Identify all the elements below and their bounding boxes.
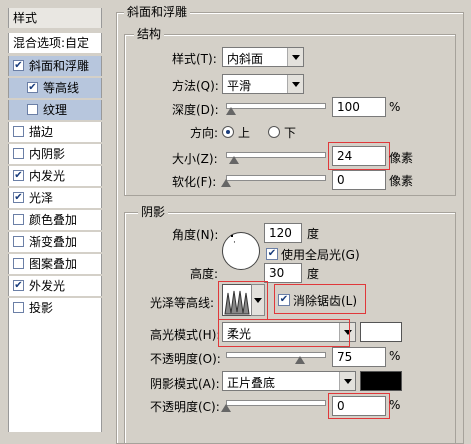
soften-unit: 像素	[389, 174, 414, 188]
style-item-color-overlay[interactable]: 颜色叠加	[8, 210, 102, 230]
opacity2-slider-thumb[interactable]	[221, 404, 231, 412]
shadow-color-swatch[interactable]	[360, 371, 402, 391]
opacity2-highlight	[328, 393, 390, 419]
checkbox-inner-shadow[interactable]	[13, 148, 24, 159]
chevron-down-icon	[287, 48, 303, 66]
styles-header: 样式	[8, 8, 102, 28]
opacity2-label: 不透明度(C):	[150, 400, 220, 414]
checkbox-gradient-overlay[interactable]	[13, 236, 24, 247]
checkbox-stroke[interactable]	[13, 126, 24, 137]
global-light-checkbox[interactable]: ✔	[266, 248, 278, 260]
size-unit: 像素	[389, 151, 414, 165]
styles-list: 样式 混合选项:自定 ✔ 斜面和浮雕 ✔ 等高线 纹理 描边 内阴影 ✔ 内发光…	[0, 0, 102, 432]
altitude-input[interactable]: 30	[264, 263, 302, 283]
angle-unit: 度	[307, 227, 320, 241]
dial-marker-icon	[231, 235, 233, 237]
checkbox-bevel-emboss[interactable]: ✔	[13, 60, 24, 71]
style-item-inner-glow[interactable]: ✔ 内发光	[8, 166, 102, 186]
panel-title: 斜面和浮雕	[124, 3, 191, 20]
opacity2-unit: %	[389, 398, 401, 412]
size-slider-track[interactable]	[226, 152, 326, 158]
direction-down-label: 下	[284, 126, 297, 140]
dial-center-icon: ·	[233, 238, 236, 248]
opacity1-slider-track[interactable]	[226, 352, 326, 358]
depth-slider-thumb[interactable]	[225, 107, 236, 115]
direction-label: 方向:	[190, 126, 219, 140]
style-item-pattern-overlay[interactable]: 图案叠加	[8, 254, 102, 274]
highlight-mode-highlight	[218, 319, 350, 347]
checkbox-color-overlay[interactable]	[13, 214, 24, 225]
method-label: 方法(Q):	[172, 79, 219, 93]
style-item-gradient-overlay[interactable]: 渐变叠加	[8, 232, 102, 252]
style-item-bevel-emboss[interactable]: ✔ 斜面和浮雕	[8, 56, 102, 76]
chevron-down-icon	[287, 75, 303, 93]
highlight-mode-label: 高光模式(H):	[150, 328, 221, 342]
style-item-outer-glow[interactable]: ✔ 外发光	[8, 276, 102, 296]
style-item-satin[interactable]: ✔ 光泽	[8, 188, 102, 208]
antialias-highlight	[274, 284, 366, 314]
global-light-label: 使用全局光(G)	[281, 248, 360, 262]
checkbox-drop-shadow[interactable]	[13, 302, 24, 313]
size-label: 大小(Z):	[172, 152, 218, 166]
shading-title: 阴影	[138, 203, 169, 220]
style-item-inner-shadow[interactable]: 内阴影	[8, 144, 102, 164]
direction-up-radio[interactable]	[222, 126, 234, 138]
style-item-texture[interactable]: 纹理	[8, 100, 102, 120]
style-item-contour[interactable]: ✔ 等高线	[8, 78, 102, 98]
chevron-down-icon	[339, 372, 355, 390]
blend-options-item[interactable]: 混合选项:自定	[8, 33, 102, 53]
highlight-color-swatch[interactable]	[360, 322, 402, 342]
shadow-mode-label: 阴影模式(A):	[150, 377, 220, 391]
style-select[interactable]: 内斜面	[222, 47, 304, 67]
soften-slider-thumb[interactable]	[221, 179, 231, 187]
size-highlight	[328, 142, 390, 170]
size-slider-thumb[interactable]	[228, 156, 239, 164]
direction-down-radio[interactable]	[268, 126, 280, 138]
altitude-unit: 度	[307, 267, 320, 281]
opacity1-unit: %	[389, 349, 401, 363]
depth-label: 深度(D):	[172, 103, 219, 117]
soften-input[interactable]: 0	[332, 170, 386, 190]
gloss-contour-highlight	[218, 281, 268, 320]
depth-slider-track[interactable]	[226, 103, 326, 109]
direction-up-label: 上	[238, 126, 251, 140]
opacity1-slider-thumb[interactable]	[294, 356, 305, 364]
checkbox-contour[interactable]: ✔	[27, 82, 38, 93]
opacity2-slider-track[interactable]	[226, 400, 326, 406]
opacity1-input[interactable]: 75	[332, 347, 386, 367]
soften-slider-track[interactable]	[226, 175, 326, 181]
checkbox-outer-glow[interactable]: ✔	[13, 280, 24, 291]
style-item-drop-shadow[interactable]: 投影	[8, 298, 102, 432]
checkbox-inner-glow[interactable]: ✔	[13, 170, 24, 181]
style-label: 样式(T):	[172, 52, 217, 66]
angle-input[interactable]: 120	[264, 223, 302, 243]
checkbox-pattern-overlay[interactable]	[13, 258, 24, 269]
checkbox-satin[interactable]: ✔	[13, 192, 24, 203]
soften-label: 软化(F):	[172, 175, 217, 189]
angle-dial[interactable]: ·	[222, 232, 260, 270]
angle-label: 角度(N):	[172, 228, 219, 242]
gloss-contour-label: 光泽等高线:	[150, 296, 215, 310]
depth-unit: %	[389, 100, 401, 114]
style-item-stroke[interactable]: 描边	[8, 122, 102, 142]
depth-input[interactable]: 100	[332, 97, 386, 117]
altitude-label: 高度:	[190, 267, 219, 281]
structure-title: 结构	[134, 25, 165, 42]
method-select[interactable]: 平滑	[222, 74, 304, 94]
shadow-mode-select[interactable]: 正片叠底	[222, 371, 356, 391]
opacity1-label: 不透明度(O):	[150, 352, 221, 366]
checkbox-texture[interactable]	[27, 104, 38, 115]
